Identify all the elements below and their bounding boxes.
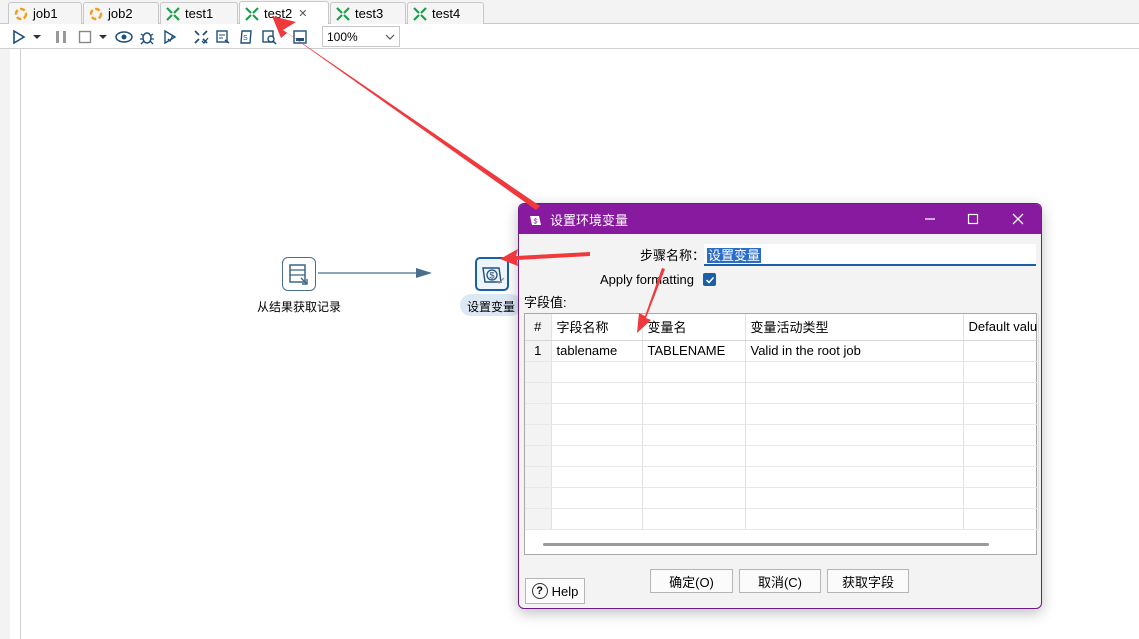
horizontal-scrollbar[interactable] bbox=[543, 543, 989, 546]
row-number: 1 bbox=[525, 340, 552, 362]
cell-variable-type[interactable]: Valid in the root job bbox=[745, 340, 964, 362]
get-fields-button[interactable]: 获取字段 bbox=[827, 569, 909, 593]
fields-label: 字段值: bbox=[524, 295, 567, 310]
ok-button[interactable]: 确定(O) bbox=[650, 569, 733, 593]
step-set-variables-label: 设置变量 bbox=[467, 300, 516, 314]
column-header-variable-type[interactable]: 变量活动类型 bbox=[745, 314, 964, 341]
step-name-value: 设置变量 bbox=[707, 248, 762, 263]
cell-variable-name[interactable]: TABLENAME bbox=[642, 340, 746, 362]
dialog-title-bar[interactable]: $ 设置环境变量 bbox=[519, 204, 1041, 234]
table-row-empty[interactable] bbox=[525, 445, 1039, 467]
minimize-icon[interactable] bbox=[907, 204, 953, 234]
apply-formatting-checkbox[interactable] bbox=[703, 273, 716, 286]
table-row-empty[interactable] bbox=[525, 424, 1039, 446]
table-row-empty[interactable] bbox=[525, 382, 1039, 404]
cell-default-value[interactable] bbox=[963, 340, 1039, 362]
column-header-field-name[interactable]: 字段名称 bbox=[551, 314, 643, 341]
maximize-icon[interactable] bbox=[950, 204, 996, 234]
table-row-empty[interactable] bbox=[525, 508, 1039, 530]
svg-text:$: $ bbox=[534, 219, 538, 226]
set-variables-icon: $ bbox=[482, 267, 505, 284]
table-header-row: # 字段名称 变量名 变量活动类型 Default valu bbox=[525, 314, 1039, 341]
table-row-empty[interactable] bbox=[525, 403, 1039, 425]
column-header-default-value[interactable]: Default valu bbox=[963, 314, 1039, 341]
close-icon[interactable] bbox=[995, 204, 1041, 234]
step-name-input[interactable]: 设置变量 bbox=[704, 244, 1036, 266]
svg-text:$: $ bbox=[490, 271, 495, 281]
fields-table[interactable]: # 字段名称 变量名 变量活动类型 Default valu 1 tablena… bbox=[524, 313, 1039, 555]
table-row-empty[interactable] bbox=[525, 361, 1039, 383]
dialog-app-icon: $ bbox=[528, 211, 544, 227]
cell-field-name[interactable]: tablename bbox=[551, 340, 643, 362]
step-name-label: 步骤名称： bbox=[640, 248, 706, 263]
column-header-number[interactable]: # bbox=[525, 314, 552, 341]
step-set-variables[interactable]: $ bbox=[475, 257, 509, 291]
table-row-empty[interactable] bbox=[525, 487, 1039, 509]
table-row[interactable]: 1 tablename TABLENAME Valid in the root … bbox=[525, 340, 1039, 362]
table-row-empty[interactable] bbox=[525, 466, 1039, 488]
help-button[interactable]: ? Help bbox=[525, 578, 585, 604]
help-icon: ? bbox=[531, 583, 548, 599]
checkmark-icon bbox=[705, 276, 714, 284]
dialog-title: 设置环境变量 bbox=[550, 212, 629, 228]
cancel-button[interactable]: 取消(C) bbox=[739, 569, 821, 593]
apply-formatting-label: Apply formatting bbox=[600, 272, 694, 287]
column-header-variable-name[interactable]: 变量名 bbox=[642, 314, 746, 341]
help-label: Help bbox=[551, 583, 579, 599]
set-environment-variables-dialog: $ 设置环境变量 步骤名称： 设置变量 Apply formatting 字段值… bbox=[518, 203, 1042, 609]
